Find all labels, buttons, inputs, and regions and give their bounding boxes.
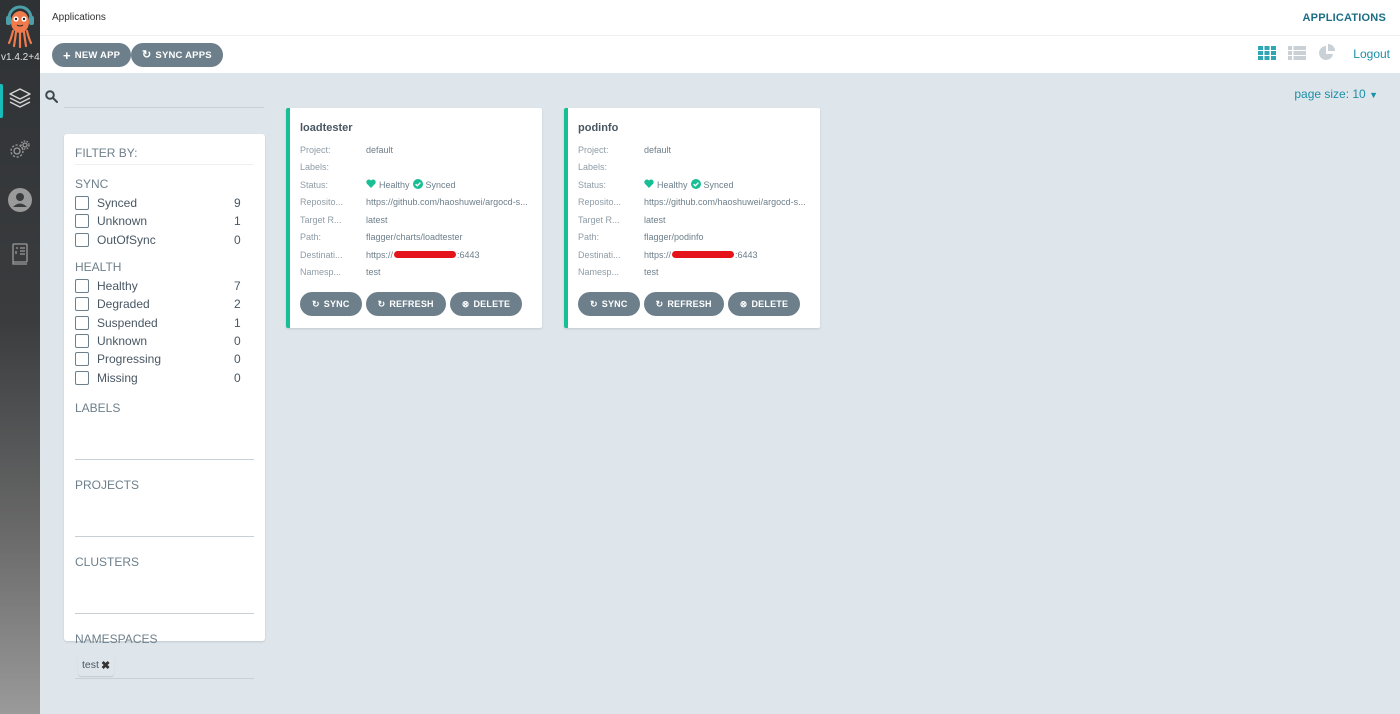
checkbox[interactable] — [75, 297, 89, 312]
layers-icon — [8, 86, 32, 115]
redaction-mark — [672, 251, 735, 259]
remove-tag-icon[interactable]: ✖ — [101, 659, 110, 672]
new-app-button[interactable]: + NEW APP — [52, 43, 132, 67]
tiles-view-icon[interactable] — [1258, 46, 1276, 65]
app-destination: https://:6443 — [366, 249, 480, 260]
clusters-filter-input[interactable] — [75, 572, 254, 614]
redaction-mark — [394, 251, 457, 259]
nav-item-user-info[interactable] — [0, 182, 40, 222]
caret-down-icon: ▼ — [1369, 90, 1378, 100]
top-bar: Applications APPLICATIONS — [40, 0, 1400, 36]
labels-filter-input[interactable] — [75, 418, 254, 460]
app-status: Healthy Synced — [366, 178, 456, 191]
app-target-revision: latest — [366, 214, 388, 225]
filter-heading: FILTER BY: — [75, 146, 254, 165]
filter-sync-outofsync[interactable]: OutOfSync 0 — [75, 231, 254, 249]
checkbox[interactable] — [75, 352, 89, 367]
check-circle-icon — [412, 178, 423, 191]
sync-apps-button[interactable]: ↻ SYNC APPS — [131, 43, 223, 67]
list-view-icon[interactable] — [1288, 46, 1306, 65]
app-repository: https://github.com/haoshuwei/argocd-s... — [366, 197, 528, 208]
book-icon — [10, 242, 30, 271]
refresh-button[interactable]: ↻ REFRESH — [365, 292, 446, 316]
app-card-podinfo[interactable]: podinfo Project: default Labels: Status: … — [564, 108, 820, 328]
left-nav: v1.4.2+4 — [0, 0, 40, 714]
search-input[interactable] — [64, 86, 264, 108]
view-toggles — [1258, 44, 1336, 67]
times-circle-icon: ⊗ — [461, 298, 470, 309]
projects-filter-input[interactable] — [75, 495, 254, 537]
clusters-filter-title: CLUSTERS — [75, 554, 140, 569]
version-label: v1.4.2+4 — [1, 52, 40, 63]
toolbar: + NEW APP ↻ SYNC APPS Logout — [40, 36, 1400, 73]
checkbox[interactable] — [75, 214, 89, 229]
user-circle-icon — [7, 187, 33, 218]
filter-health-suspended[interactable]: Suspended 1 — [75, 313, 254, 331]
refresh-icon: ↻ — [377, 298, 386, 309]
filter-sync-unknown[interactable]: Unknown 1 — [75, 212, 254, 230]
check-circle-icon — [690, 178, 701, 191]
health-filter-title: HEALTH — [75, 259, 122, 274]
filter-health-healthy[interactable]: Healthy 7 — [75, 277, 254, 295]
checkbox[interactable] — [75, 232, 89, 247]
nav-item-settings[interactable] — [0, 132, 40, 172]
sync-button[interactable]: ↻ SYNC — [578, 292, 640, 316]
argo-logo[interactable] — [4, 4, 36, 52]
filter-health-progressing[interactable]: Progressing 0 — [75, 350, 254, 368]
checkbox[interactable] — [75, 370, 89, 385]
checkbox[interactable] — [75, 315, 89, 330]
app-project: default — [366, 144, 394, 155]
sync-icon: ↻ — [590, 298, 598, 309]
filter-sync-synced[interactable]: Synced 9 — [75, 194, 254, 212]
filter-health-degraded[interactable]: Degraded 2 — [75, 295, 254, 313]
app-namespace: test — [644, 267, 659, 278]
page-size-dropdown[interactable]: page size: 10 ▼ — [1294, 87, 1378, 101]
projects-filter-title: PROJECTS — [75, 477, 140, 492]
refresh-icon: ↻ — [655, 298, 664, 309]
app-name[interactable]: loadtester — [300, 122, 542, 134]
sync-icon: ↻ — [142, 48, 152, 61]
section-title: APPLICATIONS — [1302, 12, 1386, 24]
app-namespace: test — [366, 267, 381, 278]
refresh-button[interactable]: ↻ REFRESH — [643, 292, 724, 316]
app-status: Healthy Synced — [644, 178, 734, 191]
namespaces-filter-title: NAMESPACES — [75, 631, 158, 646]
page-title: Applications — [52, 12, 106, 23]
namespaces-filter-input[interactable]: test ✖ — [75, 649, 254, 679]
plus-icon: + — [63, 47, 71, 63]
sync-filter-title: SYNC — [75, 177, 109, 191]
filter-health-missing[interactable]: Missing 0 — [75, 368, 254, 386]
namespace-tag: test ✖ — [78, 654, 115, 676]
nav-item-applications[interactable] — [0, 80, 40, 120]
delete-button[interactable]: ⊗ DELETE — [449, 292, 523, 316]
app-name[interactable]: podinfo — [578, 122, 820, 134]
app-card-loadtester[interactable]: loadtester Project: default Labels: Statu… — [286, 108, 542, 328]
times-circle-icon: ⊗ — [739, 298, 748, 309]
app-path: flagger/charts/loadtester — [366, 232, 463, 243]
delete-button[interactable]: ⊗ DELETE — [727, 292, 801, 316]
app-path: flagger/podinfo — [644, 232, 704, 243]
checkbox[interactable] — [75, 279, 89, 294]
nav-item-docs[interactable] — [0, 236, 40, 276]
sync-icon: ↻ — [312, 298, 320, 309]
filter-health-unknown[interactable]: Unknown 0 — [75, 332, 254, 350]
sync-button[interactable]: ↻ SYNC — [300, 292, 362, 316]
heart-icon — [366, 179, 376, 190]
checkbox[interactable] — [75, 333, 89, 348]
filter-panel: FILTER BY: SYNC Synced 9 Unknown 1 OutOf… — [64, 134, 265, 679]
pie-chart-icon[interactable] — [1318, 44, 1336, 67]
logout-link[interactable]: Logout — [1353, 47, 1390, 61]
app-destination: https://:6443 — [644, 249, 758, 260]
checkbox[interactable] — [75, 196, 89, 211]
labels-filter-title: LABELS — [75, 400, 121, 415]
heart-icon — [644, 179, 654, 190]
search-icon — [45, 90, 58, 108]
app-repository: https://github.com/haoshuwei/argocd-s... — [644, 197, 806, 208]
app-project: default — [644, 144, 672, 155]
app-target-revision: latest — [644, 214, 666, 225]
gears-icon — [8, 138, 32, 167]
